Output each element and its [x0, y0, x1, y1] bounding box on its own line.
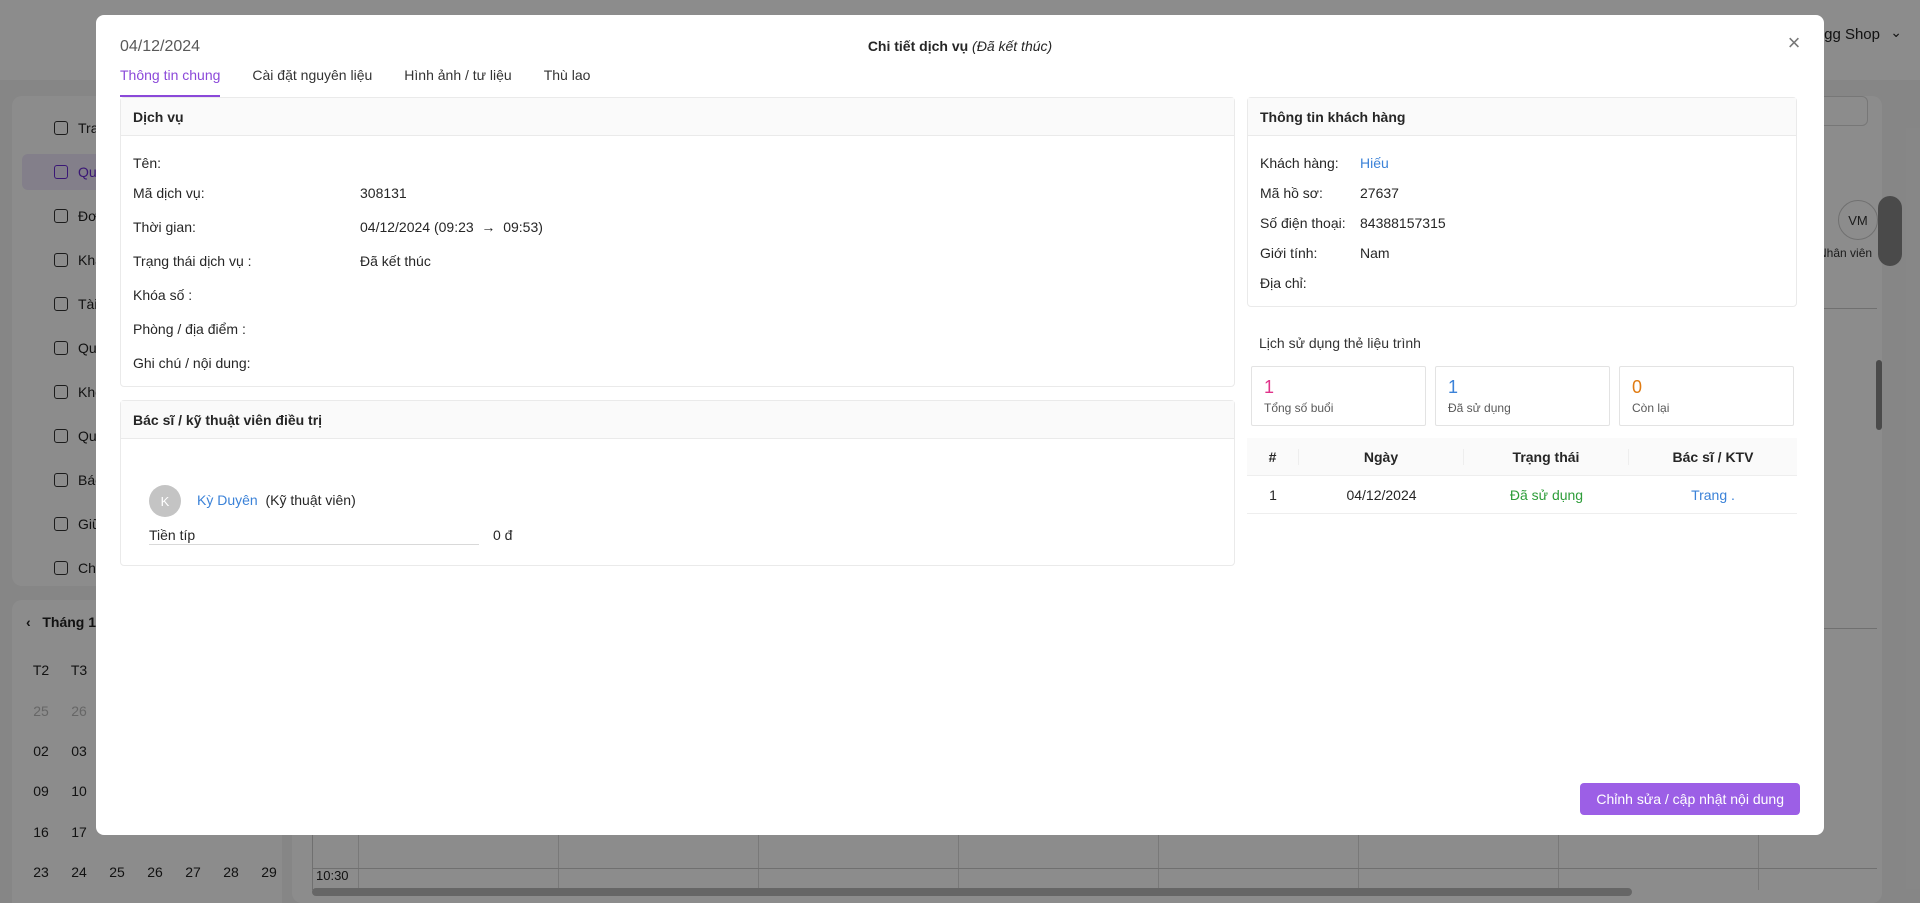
service-card: Dịch vụ Tên: Mã dịch vụ: 308131 Thời gia…	[120, 97, 1235, 387]
modal-tabs: Thông tin chung Cài đặt nguyên liệu Hình…	[120, 67, 590, 97]
stat-total-sessions: 1 Tổng số buổi	[1251, 366, 1426, 426]
customer-address-row: Địa chỉ:	[1260, 275, 1307, 291]
customer-phone-row: Số điện thoại: 84388157315	[1260, 215, 1446, 231]
close-icon[interactable]: ×	[1782, 31, 1806, 55]
tab-commission[interactable]: Thù lao	[544, 67, 591, 97]
tip-value: 0 đ	[493, 527, 513, 543]
service-status: (Đã kết thúc)	[972, 38, 1053, 54]
technician-card: Bác sĩ / kỹ thuật viên điều trị K Kỳ Duy…	[120, 400, 1235, 566]
tab-material-settings[interactable]: Cài đặt nguyên liệu	[252, 67, 372, 97]
staff-link[interactable]: Trang .	[1629, 487, 1797, 503]
customer-card-header: Thông tin khách hàng	[1248, 98, 1796, 136]
customer-gender-row: Giới tính: Nam	[1260, 245, 1390, 261]
customer-name-row: Khách hàng: Hiếu	[1260, 155, 1389, 171]
avatar: K	[149, 485, 181, 517]
history-title: Lịch sử dụng thẻ liệu trình	[1259, 335, 1421, 351]
usage-history-table: # Ngày Trạng thái Bác sĩ / KTV 1 04/12/2…	[1247, 438, 1797, 514]
service-detail-modal: 04/12/2024 Chi tiết dịch vụ (Đã kết thúc…	[96, 15, 1824, 835]
tab-images[interactable]: Hình ảnh / tư liệu	[404, 67, 511, 97]
customer-card: Thông tin khách hàng Khách hàng: Hiếu Mã…	[1247, 97, 1797, 307]
tab-general-info[interactable]: Thông tin chung	[120, 67, 221, 97]
table-row: 1 04/12/2024 Đã sử dụng Trang .	[1247, 476, 1797, 514]
customer-file-row: Mã hồ sơ: 27637	[1260, 185, 1399, 201]
technician-card-header: Bác sĩ / kỹ thuật viên điều trị	[121, 401, 1234, 439]
service-name-row: Tên:	[133, 155, 162, 171]
edit-button[interactable]: Chỉnh sửa / cập nhật nội dung	[1580, 783, 1800, 815]
room-row: Phòng / địa điểm :	[133, 321, 246, 337]
tip-label: Tiền típ	[149, 527, 196, 543]
note-row: Ghi chú / nội dung:	[133, 355, 251, 371]
table-header: # Ngày Trạng thái Bác sĩ / KTV	[1247, 438, 1797, 476]
stat-used-sessions: 1 Đã sử dụng	[1435, 366, 1610, 426]
stat-remaining-sessions: 0 Còn lại	[1619, 366, 1794, 426]
technician-name-link[interactable]: Kỳ Duyên	[197, 492, 258, 508]
technician-row: Kỳ Duyên (Kỹ thuật viên)	[197, 492, 356, 508]
service-card-header: Dịch vụ	[121, 98, 1234, 136]
modal-title: Chi tiết dịch vụ (Đã kết thúc)	[867, 38, 1053, 54]
service-time-row: Thời gian: 04/12/2024 (09:23 → 09:53)	[133, 219, 543, 235]
customer-name-link[interactable]: Hiếu	[1360, 155, 1389, 171]
service-code-row: Mã dịch vụ: 308131	[133, 185, 407, 201]
key-number-row: Khóa số :	[133, 287, 193, 303]
service-status-row: Trạng thái dịch vụ : Đã kết thúc	[133, 253, 431, 269]
tip-divider	[149, 544, 479, 545]
